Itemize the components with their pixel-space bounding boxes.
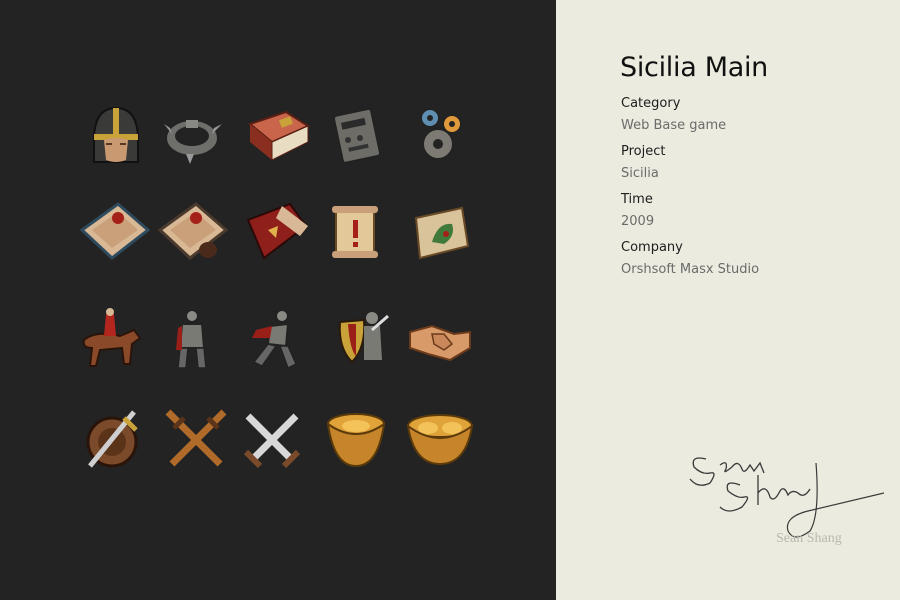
- gold-ingot-icon: [320, 404, 392, 476]
- spiked-bracelet-icon: [156, 100, 228, 172]
- category-label: Category: [621, 96, 681, 111]
- red-decree-icon: [242, 196, 314, 268]
- cavalry-icon: [76, 304, 148, 376]
- letter-with-bag-icon: [156, 196, 228, 268]
- scroll-notice-icon: [320, 196, 392, 268]
- book-icon: [242, 100, 314, 172]
- sealed-letter-icon: [78, 196, 150, 268]
- sword-shield-icon: [80, 404, 152, 476]
- infantry-icon: [156, 304, 228, 376]
- crossed-steel-swords-icon: [236, 404, 308, 476]
- category-value: Web Base game: [621, 118, 727, 133]
- project-info-panel: Sicilia Main Category Web Base game Proj…: [556, 0, 900, 600]
- map-scroll-icon: [406, 196, 478, 268]
- shield-knight-icon: [320, 304, 392, 376]
- project-value: Sicilia: [621, 166, 659, 181]
- company-label: Company: [621, 240, 683, 255]
- control-panel-icon: [320, 100, 392, 172]
- gold-ingots-icon: [404, 404, 476, 476]
- signature-name: Sean Shang: [776, 531, 842, 546]
- time-label: Time: [621, 192, 653, 207]
- project-label: Project: [621, 144, 666, 159]
- gears-icon: [408, 100, 480, 172]
- icon-showcase-panel: [0, 0, 556, 600]
- company-value: Orshsoft Masx Studio: [621, 262, 760, 277]
- time-value: 2009: [621, 214, 655, 229]
- handshake-icon: [404, 304, 476, 376]
- helmet-icon: [80, 100, 152, 172]
- running-soldier-icon: [240, 304, 312, 376]
- page-title: Sicilia Main: [620, 52, 768, 83]
- crossed-bronze-swords-icon: [160, 404, 232, 476]
